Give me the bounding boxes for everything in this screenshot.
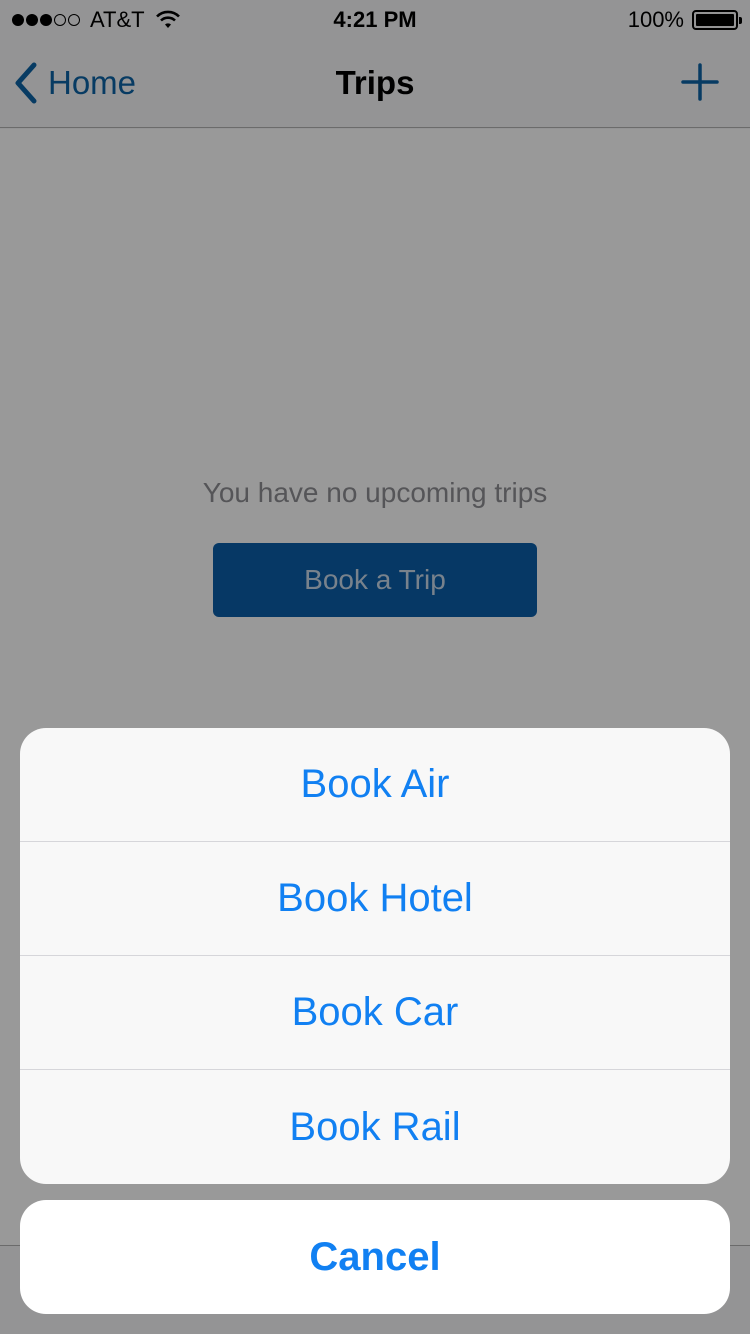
book-air-button[interactable]: Book Air [20,728,730,842]
cancel-button[interactable]: Cancel [20,1200,730,1314]
book-rail-button[interactable]: Book Rail [20,1070,730,1184]
screen: AT&T 4:21 PM 100% Home Trips You have no… [0,0,750,1334]
book-car-button[interactable]: Book Car [20,956,730,1070]
action-sheet: Book Air Book Hotel Book Car Book Rail [20,728,730,1184]
book-hotel-button[interactable]: Book Hotel [20,842,730,956]
